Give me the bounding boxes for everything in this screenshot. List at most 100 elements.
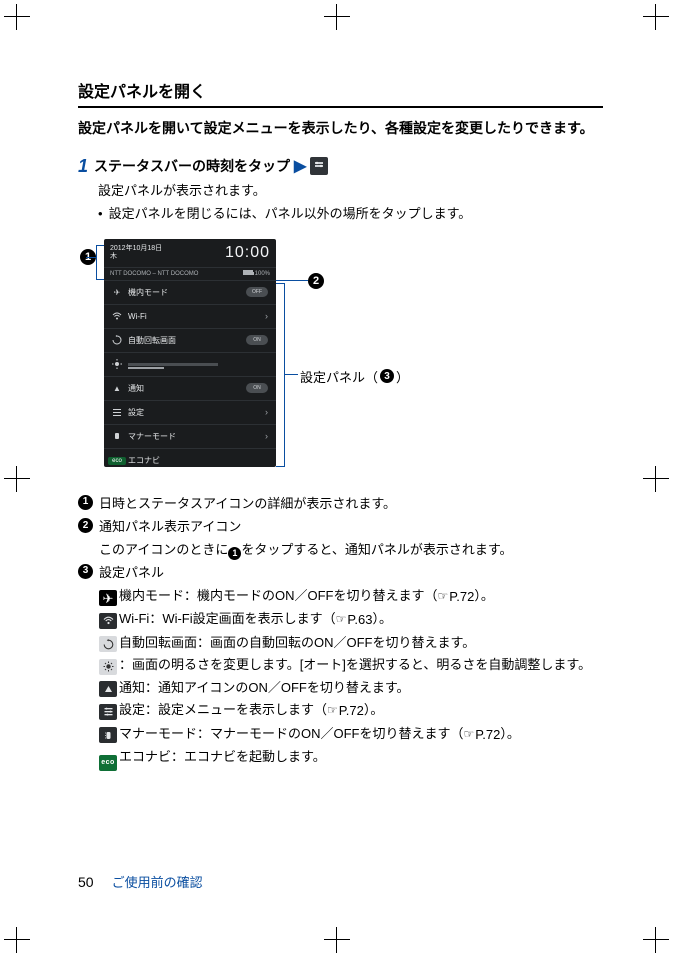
- page-ref: ☞P.72: [464, 724, 501, 745]
- toggle-pill: OFF: [246, 287, 268, 297]
- legend-number-2: 2: [78, 518, 93, 533]
- brightness-icon: [99, 659, 117, 675]
- phone-row-label: マナーモード: [128, 431, 259, 442]
- leader-line: [96, 245, 104, 246]
- step-number: 1: [78, 156, 88, 178]
- legend-3-title: 設定パネル: [99, 562, 603, 583]
- phone-row-label: 通知: [128, 383, 240, 394]
- step-1: 1 ステータスバーの時刻をタップ ▶: [78, 156, 603, 178]
- legend-settings-text: 設定：設定メニューを表示します（: [119, 702, 327, 717]
- phone-carrier: NTT DOCOMO – NTT DOCOMO: [110, 271, 198, 277]
- step-desc-lead: 設定パネルが表示されます。: [98, 181, 603, 202]
- phone-clock: 10:00: [225, 244, 270, 262]
- phone-row-label: [128, 360, 268, 369]
- page: 設定パネルを開く 設定パネルを開いて設定メニューを表示したり、各種設定を変更した…: [0, 0, 673, 957]
- legend-body-1: 日時とステータスアイコンの詳細が表示されます。: [99, 493, 603, 514]
- inline-circled-1: 1: [228, 547, 241, 560]
- legend-2-a: このアイコンのときに: [99, 542, 228, 557]
- leader-line: [96, 279, 104, 280]
- hand-icon: ☞: [464, 725, 475, 745]
- step-text-label: ステータスバーの時刻をタップ: [94, 156, 290, 176]
- footer: 50 ご使用前の確認: [78, 872, 203, 891]
- phone-row-label: 設定: [128, 407, 259, 418]
- notify-icon: ▲: [112, 383, 122, 393]
- chevron-right-icon: ›: [265, 311, 268, 321]
- phone-date-line1: 2012年10月18日: [110, 245, 162, 253]
- settings-icon: [99, 704, 117, 720]
- phone-row-notify: ▲ 通知 ON: [104, 377, 276, 401]
- legend-suffix: ）。: [364, 702, 384, 717]
- hand-icon: ☞: [438, 587, 449, 607]
- leader-line: [276, 280, 308, 281]
- page-ref: ☞P.72: [438, 586, 475, 607]
- airplane-icon: ✈: [99, 590, 117, 606]
- callout-number-3-inline: 3: [380, 369, 394, 383]
- legend-number-1: 1: [78, 495, 93, 510]
- crop-mark: [643, 927, 669, 953]
- legend-body-2: 通知パネル表示アイコン このアイコンのときに1をタップすると、通知パネルが表示さ…: [99, 516, 603, 560]
- legend-bright-text: ：画面の明るさを変更します。[オート]を選択すると、明るさを自動調整します。: [119, 657, 591, 672]
- legend-suffix: ）。: [474, 588, 494, 603]
- legend-2-title: 通知パネル表示アイコン: [99, 516, 603, 537]
- legend-manner: マナーモード：マナーモードのON／OFFを切り替えます（☞P.72）。: [99, 723, 603, 746]
- phone-row-label: 自動回転画面: [128, 335, 240, 346]
- phone-row-label: 機内モード: [128, 287, 240, 298]
- leader-line: [96, 245, 97, 279]
- leader-line: [284, 283, 285, 467]
- legend-rotate: 自動回転画面：画面の自動回転のON／OFFを切り替えます。: [99, 632, 603, 653]
- phone-date: 2012年10月18日 木: [110, 245, 162, 260]
- page-ref-num: P.72: [449, 586, 474, 607]
- phone-battery: 100%: [243, 270, 270, 277]
- legend-airplane: ✈機内モード：機内モードのON／OFFを切り替えます（☞P.72）。: [99, 585, 603, 608]
- legend-suffix: ）。: [500, 726, 520, 741]
- step-description: 設定パネルが表示されます。 • 設定パネルを閉じるには、パネル以外の場所をタップ…: [98, 181, 603, 225]
- rotate-icon: [99, 636, 117, 652]
- manner-icon: [112, 431, 122, 441]
- rotate-icon: [112, 335, 122, 345]
- notify-icon: [99, 681, 117, 697]
- phone-row-settings: 設定 ›: [104, 401, 276, 425]
- chevron-right-icon: ›: [265, 407, 268, 417]
- legend-eco: ecoエコナビ：エコナビを起動します。: [99, 746, 603, 771]
- section-title: 設定パネルを開く: [78, 78, 603, 108]
- page-ref: ☞P.63: [336, 609, 373, 630]
- settings-icon: [112, 407, 122, 417]
- figure: 2012年10月18日 木 10:00 NTT DOCOMO – NTT DOC…: [104, 239, 603, 475]
- phone-date-line2: 木: [110, 253, 162, 261]
- phone-row-eco: eco エコナビ: [104, 449, 276, 467]
- phone-battery-pct: 100%: [255, 271, 270, 277]
- brightness-icon: [112, 359, 122, 369]
- callout-number-2: 2: [308, 273, 324, 289]
- eco-icon: eco: [99, 755, 117, 771]
- step-arrow-icon: ▶: [294, 156, 306, 176]
- crop-mark: [643, 466, 669, 492]
- phone-row-manner: マナーモード ›: [104, 425, 276, 449]
- callout-panel-label: 設定パネル（3）: [300, 367, 409, 386]
- manner-icon: [99, 727, 117, 743]
- leader-line: [86, 257, 96, 258]
- legend-rotate-text: 自動回転画面：画面の自動回転のON／OFFを切り替えます。: [119, 635, 475, 650]
- legend-body-3: 設定パネル ✈機内モード：機内モードのON／OFFを切り替えます（☞P.72）。…: [99, 562, 603, 771]
- chapter-title: ご使用前の確認: [112, 872, 203, 891]
- chevron-right-icon: ›: [265, 431, 268, 441]
- crop-mark: [4, 466, 30, 492]
- toggle-pill: ON: [246, 335, 268, 345]
- legend-2-sub: このアイコンのときに1をタップすると、通知パネルが表示されます。: [99, 539, 603, 560]
- leader-line: [284, 374, 298, 375]
- legend-wifi: Wi-Fi：Wi-Fi設定画面を表示します（☞P.63）。: [99, 608, 603, 631]
- legend-number-3: 3: [78, 564, 93, 579]
- step-text: ステータスバーの時刻をタップ ▶: [94, 156, 328, 176]
- page-ref-num: P.72: [475, 724, 500, 745]
- intro-text: 設定パネルを開いて設定メニューを表示したり、各種設定を変更したりできます。: [78, 118, 603, 140]
- page-ref-num: P.72: [339, 700, 364, 721]
- legend-wifi-text: Wi-Fi：Wi-Fi設定画面を表示します（: [119, 611, 336, 626]
- legend-eco-text: エコナビ：エコナビを起動します。: [119, 749, 326, 764]
- wifi-icon: [99, 613, 117, 629]
- phone-row-label: エコナビ: [128, 455, 268, 466]
- toggle-pill: ON: [246, 383, 268, 393]
- airplane-icon: ✈: [112, 287, 122, 297]
- leader-line: [276, 466, 284, 467]
- crop-mark: [4, 4, 30, 30]
- phone-row-airplane: ✈ 機内モード OFF: [104, 281, 276, 305]
- eco-icon: eco: [112, 456, 122, 466]
